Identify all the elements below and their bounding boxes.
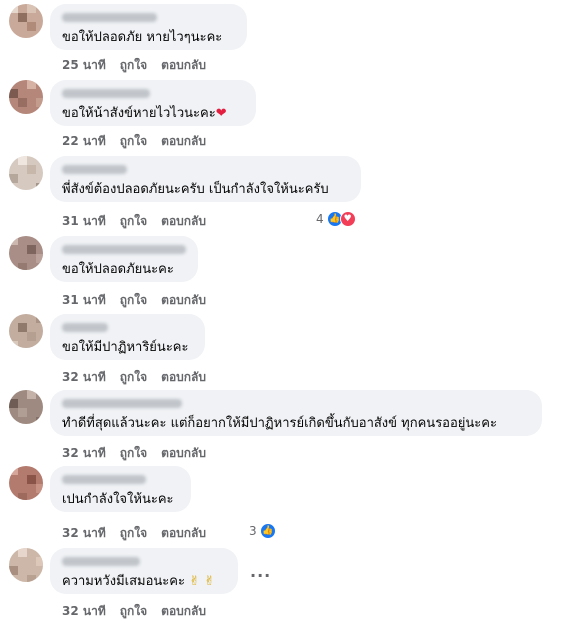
comment-bubble: ขอให้มีปาฏิหาริย์นะคะ — [50, 314, 205, 360]
reply-button[interactable]: ตอบกลับ — [161, 444, 206, 463]
author-name-blurred[interactable] — [62, 323, 108, 332]
author-name-blurred[interactable] — [62, 165, 127, 174]
timestamp[interactable]: 31 นาที — [62, 291, 106, 310]
avatar[interactable] — [9, 236, 43, 270]
avatar[interactable] — [9, 548, 43, 582]
reply-button[interactable]: ตอบกลับ — [161, 56, 206, 75]
comment-bubble: ความหวังมีเสมอนะคะ ✌ ✌ — [50, 548, 238, 594]
comment-text: เปนกำลังใจให้นะคะ — [62, 492, 174, 507]
comment-text: ขอให้น้าสังข์หายไวไวนะคะ❤ — [62, 106, 227, 121]
reply-button[interactable]: ตอบกลับ — [161, 291, 206, 310]
more-options-icon[interactable]: ... — [250, 562, 271, 581]
heart-emoji: ❤ — [215, 106, 227, 121]
reaction-count: 3 — [249, 524, 257, 538]
reply-button[interactable]: ตอบกลับ — [161, 132, 206, 151]
like-button[interactable]: ถูกใจ — [120, 132, 147, 151]
timestamp[interactable]: 31 นาที — [62, 212, 106, 231]
comment-text: ทำดีที่สุดแล้วนะคะ แต่ก็อยากให้มีปาฏิหาร… — [62, 416, 497, 431]
comment-text: ความหวังมีเสมอนะคะ ✌ ✌ — [62, 574, 216, 589]
author-name-blurred[interactable] — [62, 475, 146, 484]
like-button[interactable]: ถูกใจ — [120, 212, 147, 231]
like-icon: 👍 — [259, 523, 276, 539]
avatar[interactable] — [9, 4, 43, 38]
timestamp[interactable]: 32 นาที — [62, 602, 106, 621]
reaction-count: 4 — [316, 212, 324, 226]
timestamp[interactable]: 32 นาที — [62, 524, 106, 543]
author-name-blurred[interactable] — [62, 245, 186, 254]
like-button[interactable]: ถูกใจ — [120, 368, 147, 387]
comment-text: พี่สังข์ต้องปลอดภัยนะครับ เป็นกำลังใจให้… — [62, 182, 329, 197]
author-name-blurred[interactable] — [62, 13, 157, 22]
like-button[interactable]: ถูกใจ — [120, 291, 147, 310]
comment-text: ขอให้ปลอดภัย หายไวๆนะคะ — [62, 30, 223, 45]
like-button[interactable]: ถูกใจ — [120, 524, 147, 543]
author-name-blurred[interactable] — [62, 557, 140, 566]
comment-bubble: เปนกำลังใจให้นะคะ — [50, 466, 191, 512]
reply-button[interactable]: ตอบกลับ — [161, 368, 206, 387]
like-button[interactable]: ถูกใจ — [120, 602, 147, 621]
comment-text: ขอให้ปลอดภัยนะคะ — [62, 262, 174, 277]
like-button[interactable]: ถูกใจ — [120, 444, 147, 463]
comment-bubble: ขอให้น้าสังข์หายไวไวนะคะ❤ — [50, 80, 256, 126]
comment-bubble: ขอให้ปลอดภัย หายไวๆนะคะ — [50, 4, 247, 50]
reaction-summary[interactable]: 4 👍 ♥ — [316, 211, 356, 227]
reply-button[interactable]: ตอบกลับ — [161, 524, 206, 543]
avatar[interactable] — [9, 156, 43, 190]
timestamp[interactable]: 22 นาที — [62, 132, 106, 151]
comment-bubble: ขอให้ปลอดภัยนะคะ — [50, 236, 198, 282]
like-button[interactable]: ถูกใจ — [120, 56, 147, 75]
avatar[interactable] — [9, 466, 43, 500]
timestamp[interactable]: 32 นาที — [62, 368, 106, 387]
author-name-blurred[interactable] — [62, 89, 150, 98]
victory-hand-emoji: ✌ ✌ — [189, 574, 216, 589]
timestamp[interactable]: 25 นาที — [62, 56, 106, 75]
comment-bubble: พี่สังข์ต้องปลอดภัยนะครับ เป็นกำลังใจให้… — [50, 156, 361, 202]
avatar[interactable] — [9, 314, 43, 348]
comment-bubble: ทำดีที่สุดแล้วนะคะ แต่ก็อยากให้มีปาฏิหาร… — [50, 390, 542, 436]
love-icon: ♥ — [339, 211, 356, 227]
reaction-summary[interactable]: 3 👍 — [249, 523, 276, 539]
reply-button[interactable]: ตอบกลับ — [161, 212, 206, 231]
timestamp[interactable]: 32 นาที — [62, 444, 106, 463]
reply-button[interactable]: ตอบกลับ — [161, 602, 206, 621]
avatar[interactable] — [9, 390, 43, 424]
avatar[interactable] — [9, 80, 43, 114]
author-name-blurred[interactable] — [62, 399, 182, 408]
comment-text: ขอให้มีปาฏิหาริย์นะคะ — [62, 340, 189, 355]
